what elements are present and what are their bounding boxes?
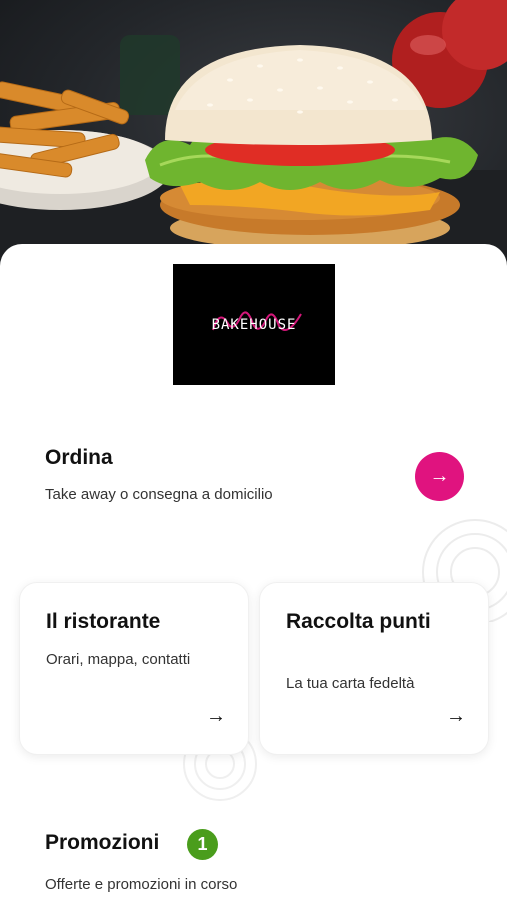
- card-subtitle: Orari, mappa, contatti: [46, 651, 191, 668]
- promotions-count-badge: 1: [187, 829, 218, 860]
- loyalty-points-card[interactable]: Raccolta punti La tua carta fedeltà →: [259, 582, 489, 755]
- restaurant-card[interactable]: Il ristorante Orari, mappa, contatti →: [19, 582, 249, 755]
- logo-text: BAKEHOUSE: [211, 316, 297, 333]
- promotions-subtitle: Offerte e promozioni in corso: [45, 876, 238, 893]
- arrow-right-icon: →: [429, 465, 450, 487]
- content-sheet: BAKEHOUSE Ordina Take away o consegna a …: [0, 244, 507, 900]
- restaurant-logo: BAKEHOUSE: [173, 264, 335, 385]
- arrow-right-icon: →: [206, 705, 226, 727]
- arrow-right-icon: →: [446, 705, 466, 727]
- card-title: Il ristorante: [46, 610, 161, 633]
- card-subtitle: La tua carta fedeltà: [286, 675, 415, 692]
- order-button[interactable]: →: [415, 452, 464, 501]
- promotions-title[interactable]: Promozioni: [45, 831, 159, 855]
- order-subtitle: Take away o consegna a domicilio: [45, 486, 273, 503]
- order-title[interactable]: Ordina: [45, 446, 113, 470]
- card-title: Raccolta punti: [286, 610, 431, 633]
- screen: BAKEHOUSE Ordina Take away o consegna a …: [0, 0, 507, 900]
